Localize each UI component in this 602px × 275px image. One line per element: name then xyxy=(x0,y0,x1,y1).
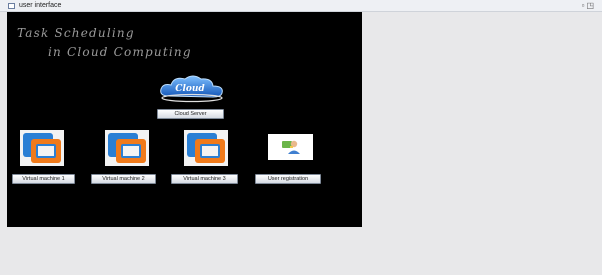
window-icon xyxy=(8,3,15,9)
virtual-machine-icon xyxy=(20,130,64,166)
virtual-machine-2-button[interactable]: Virtual machine 2 xyxy=(91,174,156,184)
maximize-icon[interactable]: ◳ xyxy=(586,2,596,10)
virtual-machine-1-button[interactable]: Virtual machine 1 xyxy=(12,174,75,184)
virtual-machine-3-button[interactable]: Virtual machine 3 xyxy=(171,174,238,184)
banner-title-line2: in Cloud Computing xyxy=(48,45,192,59)
user-registration-button[interactable]: User registration xyxy=(255,174,321,184)
virtual-machine-icon xyxy=(184,130,228,166)
user-registration-icon xyxy=(268,134,313,160)
main-panel: Task Scheduling in Cloud Computing Cloud… xyxy=(7,12,362,227)
window-titlebar: user interface ▫◳ xyxy=(0,0,602,12)
cloud-server-button[interactable]: Cloud Server xyxy=(157,109,224,119)
cloud-logo-text: Cloud xyxy=(175,84,205,94)
banner-title-line1: Task Scheduling xyxy=(17,26,135,40)
window-controls: ▫◳ xyxy=(582,2,596,10)
window-title: user interface xyxy=(19,2,62,9)
cloud-logo: Cloud xyxy=(160,75,223,103)
virtual-machine-icon xyxy=(105,130,149,166)
